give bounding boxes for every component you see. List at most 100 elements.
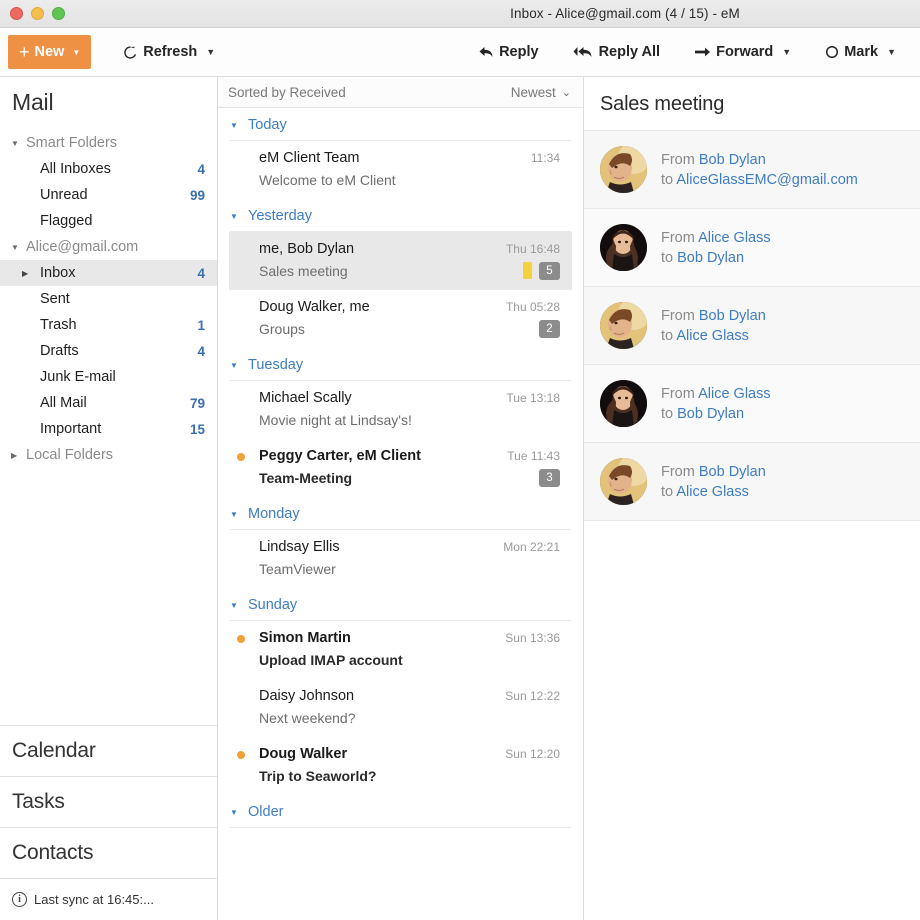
sidebar-item-flagged[interactable]: Flagged xyxy=(0,208,217,234)
sidebar-item-label: Junk E-mail xyxy=(40,369,116,385)
new-button[interactable]: + New ▼ xyxy=(8,35,92,69)
main-content: Mail ▼ Smart Folders All Inboxes 4 Unread 99 F… xyxy=(0,77,920,920)
message-subject: Groups xyxy=(259,320,305,337)
conversation-sender[interactable]: Alice Glass xyxy=(698,386,771,402)
avatar xyxy=(600,458,647,505)
window-title: Inbox - Alice@gmail.com (4 / 15) - eM xyxy=(510,6,740,21)
conversation-title: Sales meeting xyxy=(600,93,725,115)
sidebar-section-calendar[interactable]: Calendar xyxy=(0,725,217,776)
sidebar-item-drafts[interactable]: Drafts 4 xyxy=(0,338,217,364)
message-sender: Doug Walker, me xyxy=(259,299,370,315)
sidebar-group-smart-folders[interactable]: ▼ Smart Folders xyxy=(0,130,217,156)
sort-label[interactable]: Sorted by Received xyxy=(228,85,346,100)
message-group-header-monday[interactable]: ▼ Monday xyxy=(218,497,583,529)
message-list[interactable]: ▼ Today eM Client Team 11:34 Welcome to eM C… xyxy=(218,108,583,920)
chevron-right-icon[interactable]: ▶ xyxy=(22,269,28,278)
sidebar-item-sent[interactable]: Sent xyxy=(0,286,217,312)
message-group-header-sunday[interactable]: ▼ Sunday xyxy=(218,588,583,620)
conversation-sender[interactable]: Bob Dylan xyxy=(699,308,766,324)
sidebar-section-tasks[interactable]: Tasks xyxy=(0,776,217,827)
message-sender: Peggy Carter, eM Client xyxy=(259,448,421,464)
conversation-recipient[interactable]: Alice Glass xyxy=(676,328,749,344)
sidebar-item-all-mail[interactable]: All Mail 79 xyxy=(0,390,217,416)
message-group-header-tuesday[interactable]: ▼ Tuesday xyxy=(218,348,583,380)
forward-label: Forward xyxy=(716,44,774,60)
main-toolbar: + New ▼ Refresh ▼ Reply Reply All Forwar… xyxy=(0,28,920,77)
sidebar-item-label: Important xyxy=(40,421,102,437)
sidebar-section-contacts[interactable]: Contacts xyxy=(0,827,217,878)
sidebar-group-local-folders[interactable]: ▶ Local Folders xyxy=(0,442,217,468)
to-label: to xyxy=(661,171,674,188)
message-sender: Daisy Johnson xyxy=(259,688,355,704)
conversation-message-row[interactable]: From Bob Dylan to Alice Glass xyxy=(584,287,920,365)
message-timestamp: Tue 13:18 xyxy=(506,391,560,405)
conversation-recipient[interactable]: Bob Dylan xyxy=(677,406,744,422)
sort-order-selector[interactable]: Newest ⌄ xyxy=(511,85,571,100)
sidebar-item-junk-e-mail[interactable]: Junk E-mail xyxy=(0,364,217,390)
message-list-item[interactable]: Doug Walker, me Thu 05:28 Groups 2 xyxy=(229,290,572,348)
unread-dot-icon xyxy=(237,453,245,461)
message-list-item[interactable]: eM Client Team 11:34 Welcome to eM Client xyxy=(229,141,572,199)
chevron-down-icon: ▼ xyxy=(230,211,238,221)
message-sender: Simon Martin xyxy=(259,630,351,646)
message-sender: eM Client Team xyxy=(259,150,360,166)
conversation-count-badge: 3 xyxy=(539,468,560,487)
message-group-header-today[interactable]: ▼ Today xyxy=(218,108,583,140)
message-list-item[interactable]: Daisy Johnson Sun 12:22 Next weekend? xyxy=(229,679,572,737)
plus-icon: + xyxy=(19,41,30,62)
message-group-header-yesterday[interactable]: ▼ Yesterday xyxy=(218,199,583,231)
avatar xyxy=(600,380,647,427)
message-list-item[interactable]: Lindsay Ellis Mon 22:21 TeamViewer xyxy=(229,530,572,588)
message-timestamp: Sun 12:20 xyxy=(505,747,560,761)
conversation-recipient[interactable]: Alice Glass xyxy=(676,484,749,500)
sidebar-item-important[interactable]: Important 15 xyxy=(0,416,217,442)
sidebar-item-label: Flagged xyxy=(40,213,93,229)
conversation-recipient[interactable]: Bob Dylan xyxy=(677,250,744,266)
chevron-down-icon: ⌄ xyxy=(561,86,571,99)
divider xyxy=(230,827,571,828)
message-list-item[interactable]: me, Bob Dylan Thu 16:48 Sales meeting 5 xyxy=(229,232,572,290)
conversation-message-row[interactable]: From Bob Dylan to Alice Glass xyxy=(584,443,920,521)
chevron-down-icon: ▼ xyxy=(887,47,896,57)
from-label: From xyxy=(661,385,695,402)
message-list-item[interactable]: Simon Martin Sun 13:36 Upload IMAP account xyxy=(229,621,572,679)
message-list-item[interactable]: Michael Scally Tue 13:18 Movie night at Li… xyxy=(229,381,572,439)
avatar xyxy=(600,224,647,271)
chevron-down-icon: ▼ xyxy=(206,47,216,57)
to-label: to xyxy=(661,405,674,422)
conversation-sender[interactable]: Alice Glass xyxy=(698,230,771,246)
sidebar-group-label: Local Folders xyxy=(26,447,114,463)
conversation-message-row[interactable]: From Alice Glass to Bob Dylan xyxy=(584,365,920,443)
refresh-button[interactable]: Refresh ▼ xyxy=(113,35,225,69)
sync-status-bar[interactable]: i Last sync at 16:45:... xyxy=(0,878,217,920)
conversation-participants: From Bob Dylan to Alice Glass xyxy=(661,306,766,346)
message-subject: TeamViewer xyxy=(259,560,336,577)
conversation-message-row[interactable]: From Bob Dylan to AliceGlassEMC@gmail.com xyxy=(584,131,920,209)
mark-button[interactable]: Mark ▼ xyxy=(815,35,906,69)
sidebar-item-unread[interactable]: Unread 99 xyxy=(0,182,217,208)
reply-button[interactable]: Reply xyxy=(468,35,549,69)
sidebar-group-alice-gmail-com[interactable]: ▼ Alice@gmail.com xyxy=(0,234,217,260)
message-list-item[interactable]: Doug Walker Sun 12:20 Trip to Seaworld? xyxy=(229,737,572,795)
sidebar-item-label: All Mail xyxy=(40,395,87,411)
conversation-count-badge: 5 xyxy=(539,261,560,280)
sidebar-item-trash[interactable]: Trash 1 xyxy=(0,312,217,338)
conversation-sender[interactable]: Bob Dylan xyxy=(699,152,766,168)
reply-all-button[interactable]: Reply All xyxy=(563,35,671,69)
message-list-item[interactable]: Peggy Carter, eM Client Tue 11:43 Team-Mee… xyxy=(229,439,572,497)
sidebar-item-all-inboxes[interactable]: All Inboxes 4 xyxy=(0,156,217,182)
message-group-header-older[interactable]: ▼ Older xyxy=(218,795,583,827)
message-group-label: Older xyxy=(248,804,284,820)
conversation-sender[interactable]: Bob Dylan xyxy=(699,464,766,480)
sidebar-group-label: Smart Folders xyxy=(26,135,118,151)
sidebar-item-inbox[interactable]: ▶ Inbox 4 xyxy=(0,260,217,286)
conversation-pane: Sales meeting From Bob Dylan to AliceGlas… xyxy=(584,77,920,920)
message-timestamp: Thu 16:48 xyxy=(505,242,560,256)
conversation-message-row[interactable]: From Alice Glass to Bob Dylan xyxy=(584,209,920,287)
sidebar-item-count: 79 xyxy=(189,395,205,411)
forward-button[interactable]: Forward ▼ xyxy=(684,35,801,69)
mark-circle-icon xyxy=(825,45,839,59)
sidebar-item-count: 1 xyxy=(197,317,205,333)
conversation-recipient[interactable]: AliceGlassEMC@gmail.com xyxy=(676,172,858,188)
flag-icon[interactable] xyxy=(523,262,532,279)
